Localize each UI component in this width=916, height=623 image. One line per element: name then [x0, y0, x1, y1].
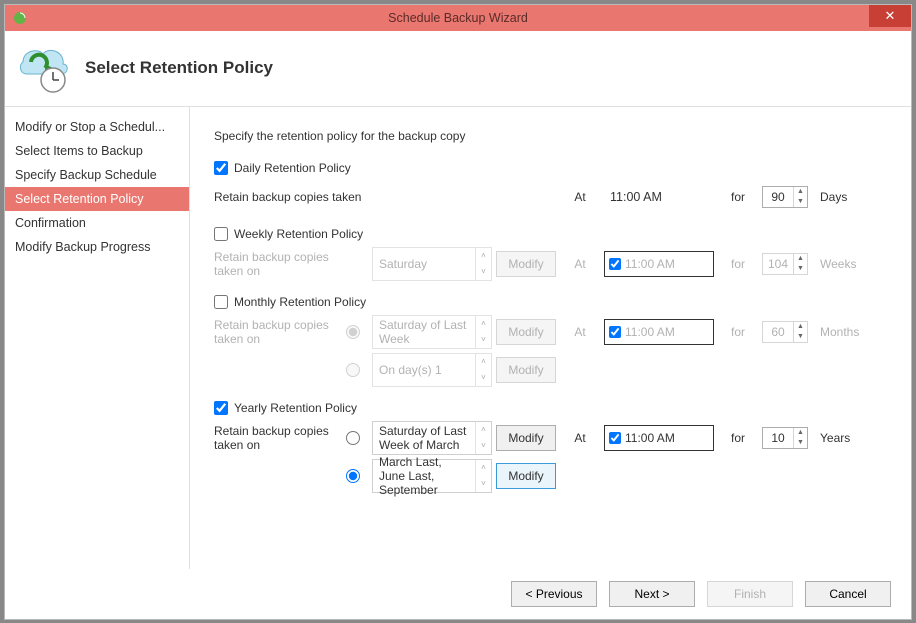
- for-label: for: [718, 431, 758, 445]
- sidebar-item-retention[interactable]: Select Retention Policy: [5, 187, 189, 211]
- sidebar-item-confirmation[interactable]: Confirmation: [5, 211, 189, 235]
- daily-checkbox[interactable]: [214, 161, 228, 175]
- wizard-body: Modify or Stop a Schedul... Select Items…: [5, 107, 911, 569]
- yearly-modify1-button[interactable]: Modify: [496, 425, 556, 451]
- sidebar-item-schedule[interactable]: Specify Backup Schedule: [5, 163, 189, 187]
- monthly-modify1-button: Modify: [496, 319, 556, 345]
- monthly-retain-label: Retain backup copies taken on: [214, 318, 334, 346]
- monthly-modify2-button: Modify: [496, 357, 556, 383]
- wizard-window: Schedule Backup Wizard ✕ Select Retentio…: [4, 4, 912, 620]
- monthly-radio-days: [346, 363, 360, 377]
- weekly-policy: Weekly Retention Policy Retain backup co…: [214, 227, 891, 281]
- monthly-opt2-box: On day(s) 1 ˄˅: [372, 353, 492, 387]
- at-label: At: [560, 325, 600, 339]
- yearly-checkbox[interactable]: [214, 401, 228, 415]
- monthly-label: Monthly Retention Policy: [234, 295, 366, 309]
- yearly-retain-label: Retain backup copies taken on: [214, 424, 334, 452]
- for-label: for: [718, 325, 758, 339]
- yearly-count-spinner[interactable]: 10 ▲▼: [762, 427, 808, 449]
- yearly-policy: Yearly Retention Policy Retain backup co…: [214, 401, 891, 493]
- monthly-checkbox[interactable]: [214, 295, 228, 309]
- window-title: Schedule Backup Wizard: [5, 11, 911, 25]
- daily-policy: Daily Retention Policy Retain backup cop…: [214, 161, 891, 213]
- daily-time: 11:00 AM: [604, 190, 714, 204]
- yearly-time-box[interactable]: 11:00 AM: [604, 425, 714, 451]
- weekly-count-spinner: 104 ▲▼: [762, 253, 808, 275]
- monthly-unit: Months: [820, 325, 870, 339]
- cancel-button[interactable]: Cancel: [805, 581, 891, 607]
- monthly-time-box: 11:00 AM: [604, 319, 714, 345]
- at-label: At: [560, 190, 600, 204]
- yearly-radio-months[interactable]: [346, 469, 360, 483]
- titlebar: Schedule Backup Wizard ✕: [5, 5, 911, 31]
- yearly-opt2-box[interactable]: March Last, June Last, September ˄˅: [372, 459, 492, 493]
- monthly-count-spinner: 60 ▲▼: [762, 321, 808, 343]
- sidebar: Modify or Stop a Schedul... Select Items…: [5, 107, 190, 569]
- wizard-header: Select Retention Policy: [5, 31, 911, 107]
- weekly-modify-button: Modify: [496, 251, 556, 277]
- finish-button: Finish: [707, 581, 793, 607]
- monthly-policy: Monthly Retention Policy Retain backup c…: [214, 295, 891, 387]
- daily-unit: Days: [820, 190, 870, 204]
- weekly-checkbox[interactable]: [214, 227, 228, 241]
- daily-label: Daily Retention Policy: [234, 161, 351, 175]
- daily-count-spinner[interactable]: 90 ▲▼: [762, 186, 808, 208]
- monthly-radio-weekday: [346, 325, 360, 339]
- yearly-radio-weekday[interactable]: [346, 431, 360, 445]
- app-icon: [11, 9, 29, 27]
- daily-retain-label: Retain backup copies taken: [214, 190, 492, 204]
- for-label: for: [718, 190, 758, 204]
- yearly-label: Yearly Retention Policy: [234, 401, 357, 415]
- previous-button[interactable]: < Previous: [511, 581, 597, 607]
- weekly-day-box: Saturday ˄˅: [372, 247, 492, 281]
- weekly-retain-label: Retain backup copies taken on: [214, 250, 334, 278]
- sidebar-item-progress[interactable]: Modify Backup Progress: [5, 235, 189, 259]
- yearly-opt1-box[interactable]: Saturday of Last Week of March ˄˅: [372, 421, 492, 455]
- weekly-time-box: 11:00 AM: [604, 251, 714, 277]
- monthly-opt1-box: Saturday of Last Week ˄˅: [372, 315, 492, 349]
- for-label: for: [718, 257, 758, 271]
- instruction-text: Specify the retention policy for the bac…: [214, 129, 891, 143]
- yearly-modify2-button[interactable]: Modify: [496, 463, 556, 489]
- weekly-label: Weekly Retention Policy: [234, 227, 363, 241]
- sidebar-item-modify-stop[interactable]: Modify or Stop a Schedul...: [5, 115, 189, 139]
- close-button[interactable]: ✕: [869, 5, 911, 27]
- next-button[interactable]: Next >: [609, 581, 695, 607]
- main-panel: Specify the retention policy for the bac…: [190, 107, 911, 569]
- at-label: At: [560, 431, 600, 445]
- at-label: At: [560, 257, 600, 271]
- page-title: Select Retention Policy: [85, 58, 273, 78]
- yearly-unit: Years: [820, 431, 870, 445]
- wizard-footer: < Previous Next > Finish Cancel: [5, 569, 911, 619]
- weekly-unit: Weeks: [820, 257, 870, 271]
- sidebar-item-select-items[interactable]: Select Items to Backup: [5, 139, 189, 163]
- retention-icon: [15, 40, 71, 96]
